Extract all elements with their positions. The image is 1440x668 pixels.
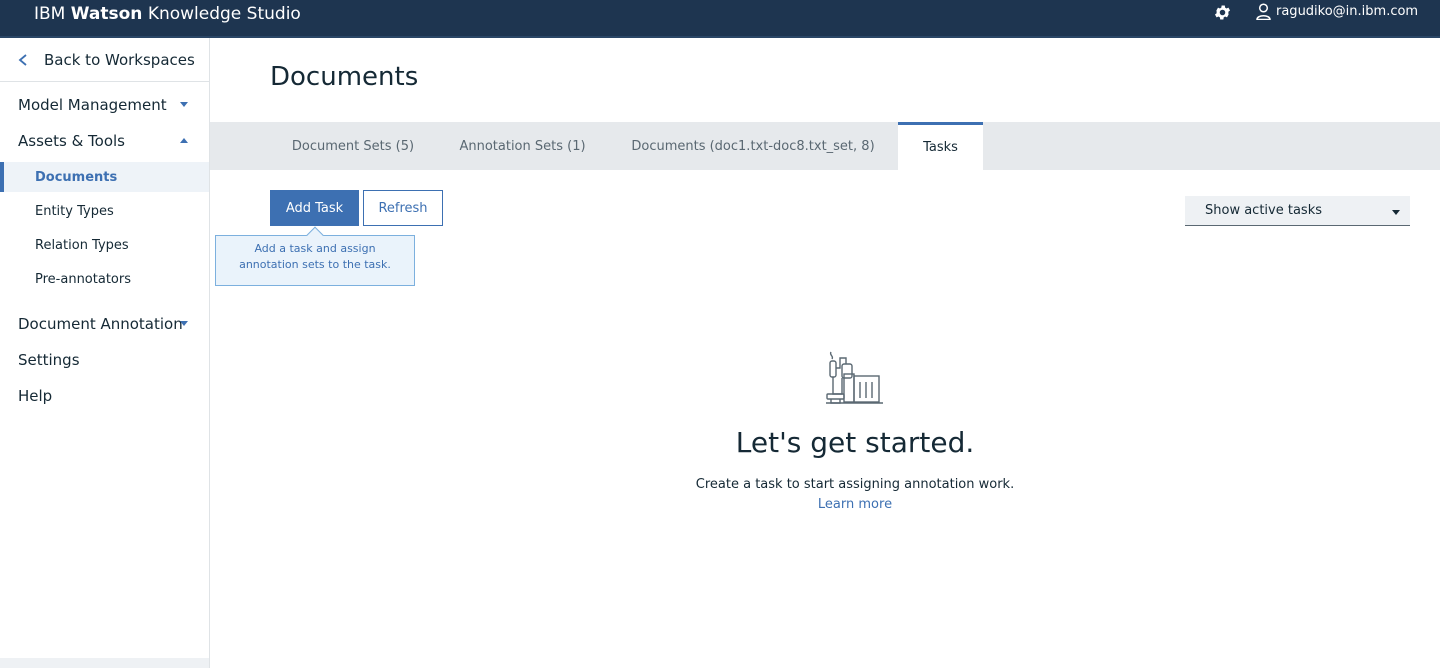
sidebar-item-relation-types[interactable]: Relation Types	[0, 230, 209, 260]
empty-state-description: Create a task to start assigning annotat…	[695, 477, 1015, 492]
caret-up-icon	[180, 138, 188, 143]
sidebar-item-help[interactable]: Help	[0, 381, 209, 411]
tooltip-arrow	[306, 226, 324, 244]
tab-documents[interactable]: Documents (doc1.txt-doc8.txt_set, 8)	[609, 122, 897, 170]
tab-document-sets[interactable]: Document Sets (5)	[270, 122, 436, 170]
sidebar: Back to Workspaces Model Management Asse…	[0, 38, 210, 668]
user-menu[interactable]: ragudiko@in.ibm.com	[1256, 3, 1418, 20]
tab-annotation-sets[interactable]: Annotation Sets (1)	[440, 122, 605, 170]
refresh-button[interactable]: Refresh	[363, 190, 443, 226]
sidebar-item-label: Document Annotation	[18, 315, 183, 333]
chevron-left-icon	[18, 53, 27, 66]
task-filter-value: Show active tasks	[1205, 203, 1322, 218]
top-header: IBM Watson Knowledge Studio ragudiko@in.…	[0, 0, 1440, 38]
back-label: Back to Workspaces	[44, 50, 195, 69]
factory-illustration-icon	[826, 351, 883, 404]
tab-bar: Document Sets (5) Annotation Sets (1) Do…	[210, 122, 1440, 170]
learn-more-link[interactable]: Learn more	[655, 497, 1055, 512]
task-filter-select[interactable]: Show active tasks	[1185, 196, 1410, 226]
sidebar-item-document-annotation[interactable]: Document Annotation	[0, 309, 209, 339]
main-content: Documents Document Sets (5) Annotation S…	[210, 38, 1440, 668]
sidebar-item-settings[interactable]: Settings	[0, 345, 209, 375]
page-title: Documents	[270, 62, 419, 92]
empty-state-title: Let's get started.	[735, 426, 975, 459]
tooltip-text: Add a task and assign annotation sets to…	[239, 242, 391, 271]
sidebar-item-label: Settings	[18, 351, 80, 369]
sidebar-item-label: Help	[18, 387, 53, 405]
brand-bold: Watson	[70, 4, 143, 24]
caret-down-icon	[1392, 210, 1400, 215]
gear-icon[interactable]	[1213, 3, 1232, 22]
brand-prefix: IBM	[34, 4, 66, 24]
back-to-workspaces-link[interactable]: Back to Workspaces	[0, 38, 209, 82]
caret-down-icon	[180, 102, 188, 107]
sidebar-item-label: Documents	[35, 169, 118, 185]
sidebar-item-label: Assets & Tools	[18, 132, 125, 150]
sidebar-item-entity-types[interactable]: Entity Types	[0, 196, 209, 226]
user-email: ragudiko@in.ibm.com	[1276, 4, 1419, 19]
add-task-button[interactable]: Add Task	[270, 190, 359, 226]
brand-suffix: Knowledge Studio	[147, 4, 301, 24]
user-icon	[1256, 3, 1271, 20]
tab-tasks[interactable]: Tasks	[898, 122, 983, 170]
sidebar-item-assets-tools[interactable]: Assets & Tools	[0, 126, 209, 156]
sidebar-footer	[0, 658, 209, 668]
add-task-tooltip: Add a task and assign annotation sets to…	[215, 226, 415, 286]
app-brand[interactable]: IBM Watson Knowledge Studio	[34, 4, 301, 24]
caret-down-icon	[180, 321, 188, 326]
sidebar-item-label: Entity Types	[35, 203, 114, 219]
sidebar-item-label: Model Management	[18, 96, 167, 114]
sidebar-item-documents[interactable]: Documents	[0, 162, 209, 192]
sidebar-item-label: Relation Types	[35, 237, 129, 253]
sidebar-item-pre-annotators[interactable]: Pre-annotators	[0, 264, 209, 294]
sidebar-item-model-management[interactable]: Model Management	[0, 90, 209, 120]
sidebar-item-label: Pre-annotators	[35, 271, 131, 287]
